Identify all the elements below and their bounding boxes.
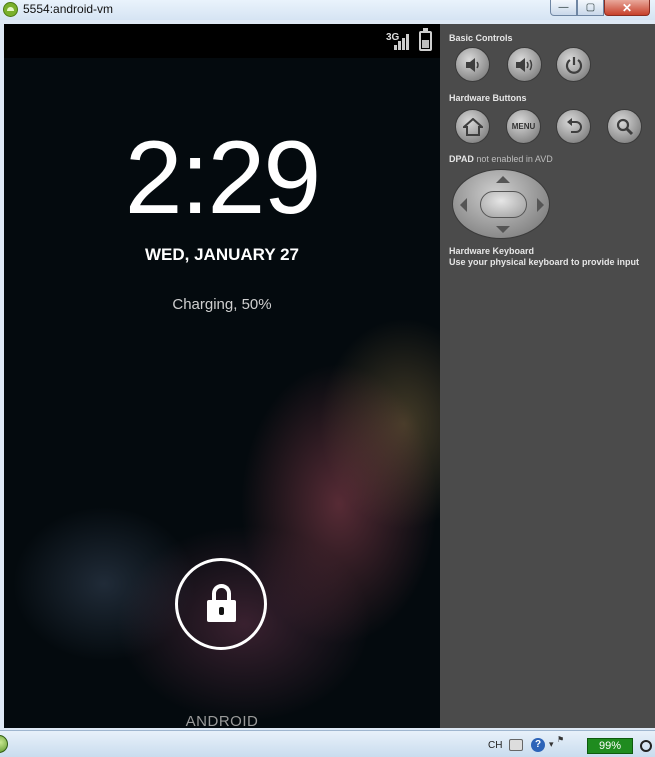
android-app-icon (3, 2, 18, 17)
carrier-label: ANDROID (185, 713, 259, 728)
dpad-up-arrow-icon[interactable] (496, 176, 510, 183)
lockscreen-date: WED, JANUARY 27 (145, 245, 299, 264)
dpad-heading: DPAD not enabled in AVD (449, 154, 553, 164)
power-icon (565, 56, 582, 74)
battery-charging-icon (419, 28, 432, 51)
status-bar: 3G (4, 24, 440, 58)
window-titlebar[interactable]: 5554:android-vm — ▢ ✕ (0, 0, 655, 20)
language-indicator[interactable]: CH (488, 740, 502, 751)
lock-icon (207, 584, 236, 622)
minimize-button[interactable]: — (550, 0, 577, 16)
hardware-keyboard-hint: Use your physical keyboard to provide in… (449, 257, 640, 267)
charging-status: Charging, 50% (172, 296, 272, 313)
power-button[interactable] (556, 47, 591, 82)
taskbar: CH ? ▾ ⚑ 99% (0, 730, 655, 757)
dpad-control[interactable] (452, 169, 550, 239)
lockscreen-clock: 2:29 (124, 120, 321, 236)
dpad-center-button[interactable] (480, 191, 527, 218)
signal-strength-icon (394, 34, 410, 50)
keyboard-icon[interactable] (509, 739, 523, 751)
volume-down-icon (465, 57, 479, 72)
menu-button-label: MENU (511, 122, 536, 131)
window-title: 5554:android-vm (23, 2, 114, 16)
unlock-handle[interactable] (175, 558, 267, 650)
search-icon (616, 118, 633, 135)
tray-power-icon[interactable] (640, 740, 652, 752)
back-button[interactable] (556, 109, 591, 144)
basic-controls-heading: Basic Controls (449, 33, 513, 43)
action-center-flag-icon[interactable]: ⚑ (557, 735, 566, 745)
help-icon[interactable]: ? (531, 738, 545, 752)
search-button[interactable] (607, 109, 642, 144)
hardware-buttons-heading: Hardware Buttons (449, 93, 527, 103)
emulator-controls-panel: Basic Controls Hardware Buttons MENU DPA… (440, 24, 655, 728)
home-button[interactable] (455, 109, 490, 144)
menu-button[interactable]: MENU (506, 109, 541, 144)
tray-expand-icon[interactable]: ▾ (549, 739, 557, 751)
volume-up-icon (515, 57, 532, 72)
dpad-right-arrow-icon[interactable] (537, 198, 544, 212)
maximize-button[interactable]: ▢ (577, 0, 604, 16)
battery-percent-badge[interactable]: 99% (587, 738, 633, 754)
volume-up-button[interactable] (507, 47, 542, 82)
start-orb-icon[interactable] (0, 735, 8, 753)
dpad-left-arrow-icon[interactable] (460, 198, 467, 212)
home-icon (462, 117, 483, 136)
device-screen[interactable]: 3G 2:29 WED, JANUARY 27 Charging, 50% AN… (4, 24, 440, 728)
back-icon (566, 117, 582, 133)
hardware-keyboard-heading: Hardware Keyboard (449, 246, 535, 256)
dpad-label: DPAD (449, 154, 474, 164)
dpad-down-arrow-icon[interactable] (496, 226, 510, 233)
volume-down-button[interactable] (455, 47, 490, 82)
close-button[interactable]: ✕ (604, 0, 650, 16)
dpad-status: not enabled in AVD (476, 154, 553, 164)
